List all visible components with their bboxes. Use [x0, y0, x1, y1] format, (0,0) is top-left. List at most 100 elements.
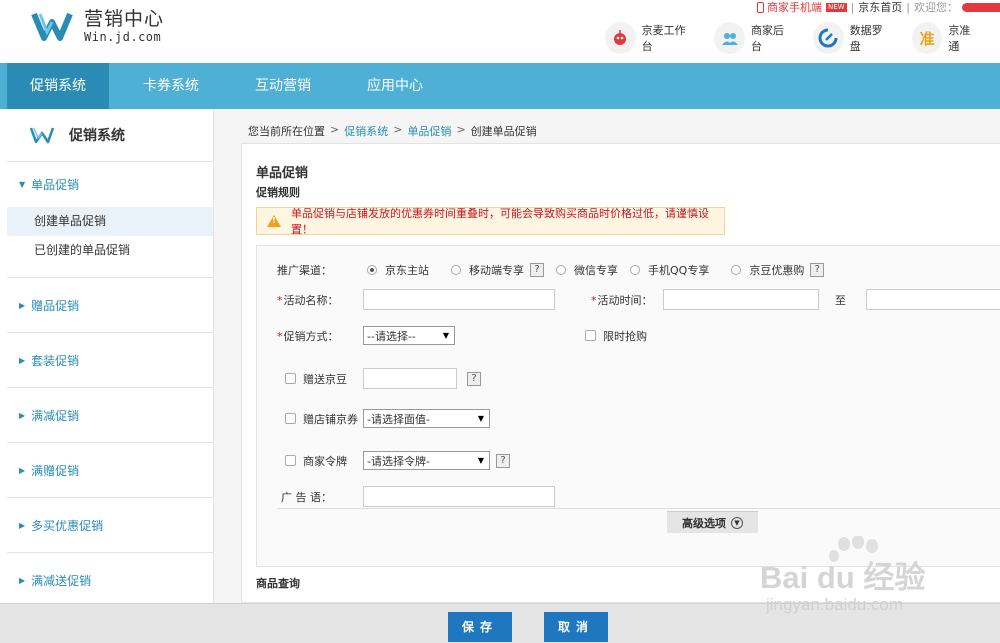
sidebar: 促销系统 ▼ 单品促销 创建单品促销 已创建的单品促销 ▶ 赠品促销 ▶ 套装促…: [7, 109, 214, 603]
caret-right-icon: ▶: [19, 465, 26, 475]
quick-app-jzt[interactable]: 准 京准通: [911, 22, 980, 54]
sidebar-item-gift-promotion[interactable]: ▶ 赠品促销: [7, 278, 213, 332]
method-row: *促销方式： --请选择-- ▼ 限时抢购: [277, 326, 647, 345]
dropdown-caret-icon: ▼: [477, 456, 484, 465]
ad-input[interactable]: [363, 486, 555, 507]
radio-jingdou[interactable]: [731, 265, 742, 275]
dropdown-caret-icon: ▼: [442, 331, 449, 340]
breadcrumb-promotion-system[interactable]: 促销系统: [344, 123, 388, 139]
main-nav: 促销系统 卡券系统 互动营销 应用中心: [0, 63, 1000, 109]
method-label: 促销方式：: [283, 329, 339, 343]
breadcrumb-current: 创建单品促销: [470, 125, 537, 138]
flash-sale-checkbox[interactable]: [585, 330, 596, 341]
sidebar-item-full-reduce-promotion[interactable]: ▶ 满减促销: [7, 388, 213, 442]
quick-app-data-compass[interactable]: 数据罗盘: [813, 22, 892, 54]
sidebar-title: 促销系统: [69, 128, 125, 144]
coupon-row: 赠店铺京券 -请选择面值- ▼: [285, 409, 490, 428]
section-title-goods: 商品查询: [256, 577, 300, 590]
jingdou-checkbox[interactable]: [285, 373, 296, 384]
compass-icon: [813, 22, 844, 54]
jingdou-label: 赠送京豆: [303, 372, 347, 386]
breadcrumb-single-promotion[interactable]: 单品促销: [407, 123, 451, 139]
time-to-label: 至: [835, 293, 846, 307]
page-title: 单品促销: [256, 166, 309, 181]
warning-text: 单品促销与店铺发放的优惠券时间重叠时，可能会导致购买商品时价格过低，请谨慎设置！: [291, 207, 709, 236]
watermark-brand: Bai du 经验: [760, 560, 926, 595]
coupon-checkbox[interactable]: [285, 413, 296, 424]
welcome-text: 欢迎您：: [914, 1, 958, 14]
token-row: 商家令牌 -请选择令牌- ▼ ?: [285, 451, 510, 470]
sidebar-group-reduce-send: ▶ 满减送促销: [7, 553, 213, 607]
radio-jd-main[interactable]: [367, 265, 377, 275]
robot-icon: [605, 22, 636, 54]
baidu-watermark: Bai du 经验 jingyan.baidu.com: [760, 535, 960, 626]
logo[interactable]: 营销中心 Win.jd.com: [30, 6, 164, 46]
users-icon: [714, 22, 745, 54]
jd-home-link[interactable]: 京东首页: [858, 0, 902, 15]
quick-app-jingmai[interactable]: 京麦工作台: [605, 22, 694, 54]
logo-title: 营销中心: [84, 8, 165, 30]
merchant-mobile-link[interactable]: 商家手机端 NEW: [756, 0, 847, 15]
name-time-row: *活动名称： *活动时间： 至: [277, 289, 1000, 310]
channel-label: 推广渠道：: [277, 264, 332, 277]
new-badge: NEW: [825, 2, 847, 12]
caret-right-icon: ▶: [19, 355, 26, 365]
watermark-url: jingyan.baidu.com: [766, 595, 904, 614]
ad-label: 广 告 语：: [281, 490, 332, 504]
help-token-icon[interactable]: ?: [496, 453, 510, 468]
token-label: 商家令牌: [303, 454, 347, 468]
advanced-options-button[interactable]: 高级选项 ▼: [667, 511, 758, 533]
divider: [277, 508, 1000, 509]
nav-promotion-system[interactable]: 促销系统: [7, 63, 109, 109]
method-select[interactable]: --请选择-- ▼: [363, 326, 455, 345]
warning-icon: [267, 215, 281, 227]
form-panel: 单品促销 促销规则 单品促销与店铺发放的优惠券时间重叠时，可能会导致购买商品时价…: [241, 143, 1000, 603]
activity-start-input[interactable]: [663, 289, 819, 310]
phone-icon: [756, 1, 764, 13]
caret-down-icon: ▼: [19, 180, 26, 189]
jingdou-input[interactable]: [363, 368, 457, 389]
activity-time-label: 活动时间：: [597, 293, 653, 307]
activity-name-input[interactable]: [363, 289, 555, 310]
main-content: 您当前所在位置 > 促销系统 > 单品促销 > 创建单品促销 单品促销 促销规则…: [214, 109, 1000, 603]
coupon-select[interactable]: -请选择面值- ▼: [363, 409, 490, 428]
sidebar-item-bundle-promotion[interactable]: ▶ 套装促销: [7, 333, 213, 387]
nav-coupon-system[interactable]: 卡券系统: [117, 63, 225, 109]
caret-right-icon: ▶: [19, 410, 26, 420]
jingdou-row: 赠送京豆 ?: [285, 368, 481, 389]
save-button[interactable]: 保存: [448, 612, 512, 642]
ad-row: 广 告 语：: [281, 486, 555, 507]
token-checkbox[interactable]: [285, 455, 296, 466]
help-mobile-icon[interactable]: ?: [530, 263, 544, 277]
radio-mobile[interactable]: [451, 265, 461, 275]
top-links: 商家手机端 NEW | 京东首页 | 欢迎您：: [756, 0, 1000, 15]
sidebar-group-multi-buy: ▶ 多买优惠促销: [7, 498, 213, 553]
coupon-label: 赠店铺京券: [303, 412, 358, 426]
activity-name-label: 活动名称：: [283, 293, 339, 307]
nav-interactive-marketing[interactable]: 互动营销: [229, 63, 337, 109]
quick-apps: 京麦工作台 商家后台 数据罗盘 准 京准通: [605, 22, 1000, 54]
sidebar-item-full-gift-promotion[interactable]: ▶ 满赠促销: [7, 443, 213, 497]
sidebar-subitem-create-single[interactable]: 创建单品促销: [7, 207, 213, 236]
help-jingdou-gift-icon[interactable]: ?: [467, 371, 481, 386]
sidebar-item-reduce-send-promotion[interactable]: ▶ 满减送促销: [7, 553, 213, 607]
rules-box: 推广渠道： 京东主站 移动端专享 ? 微信专享 手机QQ专享 京豆优惠购 ? *…: [256, 245, 1000, 567]
help-jingdou-icon[interactable]: ?: [810, 263, 825, 277]
sidebar-item-multi-buy-promotion[interactable]: ▶ 多买优惠促销: [7, 498, 213, 552]
quick-app-merchant-backend[interactable]: 商家后台: [714, 22, 793, 54]
sidebar-group-single: ▼ 单品促销 创建单品促销 已创建的单品促销: [7, 162, 213, 278]
activity-end-input[interactable]: [866, 289, 1000, 310]
radio-qq[interactable]: [630, 265, 640, 275]
jzt-icon: 准: [911, 22, 943, 54]
sidebar-item-single-promotion[interactable]: ▼ 单品促销: [7, 162, 213, 207]
user-name-pill[interactable]: [962, 2, 1000, 12]
breadcrumb: 您当前所在位置 > 促销系统 > 单品促销 > 创建单品促销: [248, 123, 537, 139]
nav-app-center[interactable]: 应用中心: [341, 63, 449, 109]
radio-wechat[interactable]: [556, 265, 566, 275]
sidebar-group-full-gift: ▶ 满赠促销: [7, 443, 213, 498]
cancel-button[interactable]: 取消: [544, 612, 608, 642]
caret-right-icon: ▶: [19, 300, 26, 310]
sidebar-subitem-created-single[interactable]: 已创建的单品促销: [7, 236, 213, 265]
sidebar-group-gift: ▶ 赠品促销: [7, 278, 213, 333]
token-select[interactable]: -请选择令牌- ▼: [363, 451, 490, 470]
